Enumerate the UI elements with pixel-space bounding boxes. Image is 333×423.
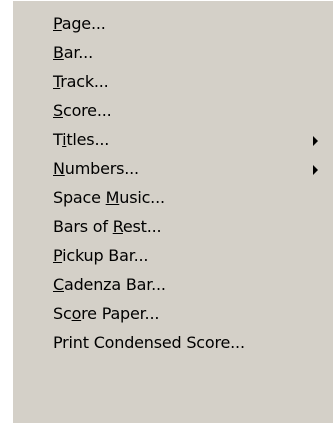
menu-item-label: Score Paper... [53, 304, 160, 323]
menu-item-label: Page... [53, 14, 106, 33]
menu-item-bar[interactable]: Bar... [13, 40, 333, 68]
menu-item-print-condensed-score[interactable]: Print Condensed Score... [13, 330, 333, 358]
menu-item-label: Numbers... [53, 159, 139, 178]
menu-item-bars-of-rest[interactable]: Bars of Rest... [13, 214, 333, 242]
submenu-arrow-icon [313, 165, 318, 175]
menu-item-label: Bars of Rest... [53, 217, 162, 236]
menu-item-track[interactable]: Track... [13, 69, 333, 97]
context-menu: Page... Bar... Track... Score... Titles.… [12, 0, 333, 423]
menu-item-numbers[interactable]: Numbers... [13, 156, 333, 184]
menu-item-page[interactable]: Page... [13, 11, 333, 39]
menu-item-label: Space Music... [53, 188, 165, 207]
menu-item-titles[interactable]: Titles... [13, 127, 333, 155]
menu-item-label: Titles... [53, 130, 110, 149]
menu-item-label: Track... [53, 72, 109, 91]
menu-item-pickup-bar[interactable]: Pickup Bar... [13, 243, 333, 271]
menu-item-cadenza-bar[interactable]: Cadenza Bar... [13, 272, 333, 300]
menu-item-space-music[interactable]: Space Music... [13, 185, 333, 213]
menu-item-label: Pickup Bar... [53, 246, 149, 265]
menu-item-score[interactable]: Score... [13, 98, 333, 126]
menu-item-label: Bar... [53, 43, 93, 62]
menu-item-label: Cadenza Bar... [53, 275, 166, 294]
submenu-arrow-icon [313, 136, 318, 146]
menu-item-label: Score... [53, 101, 112, 120]
menu-item-score-paper[interactable]: Score Paper... [13, 301, 333, 329]
menu-item-label: Print Condensed Score... [53, 333, 245, 352]
